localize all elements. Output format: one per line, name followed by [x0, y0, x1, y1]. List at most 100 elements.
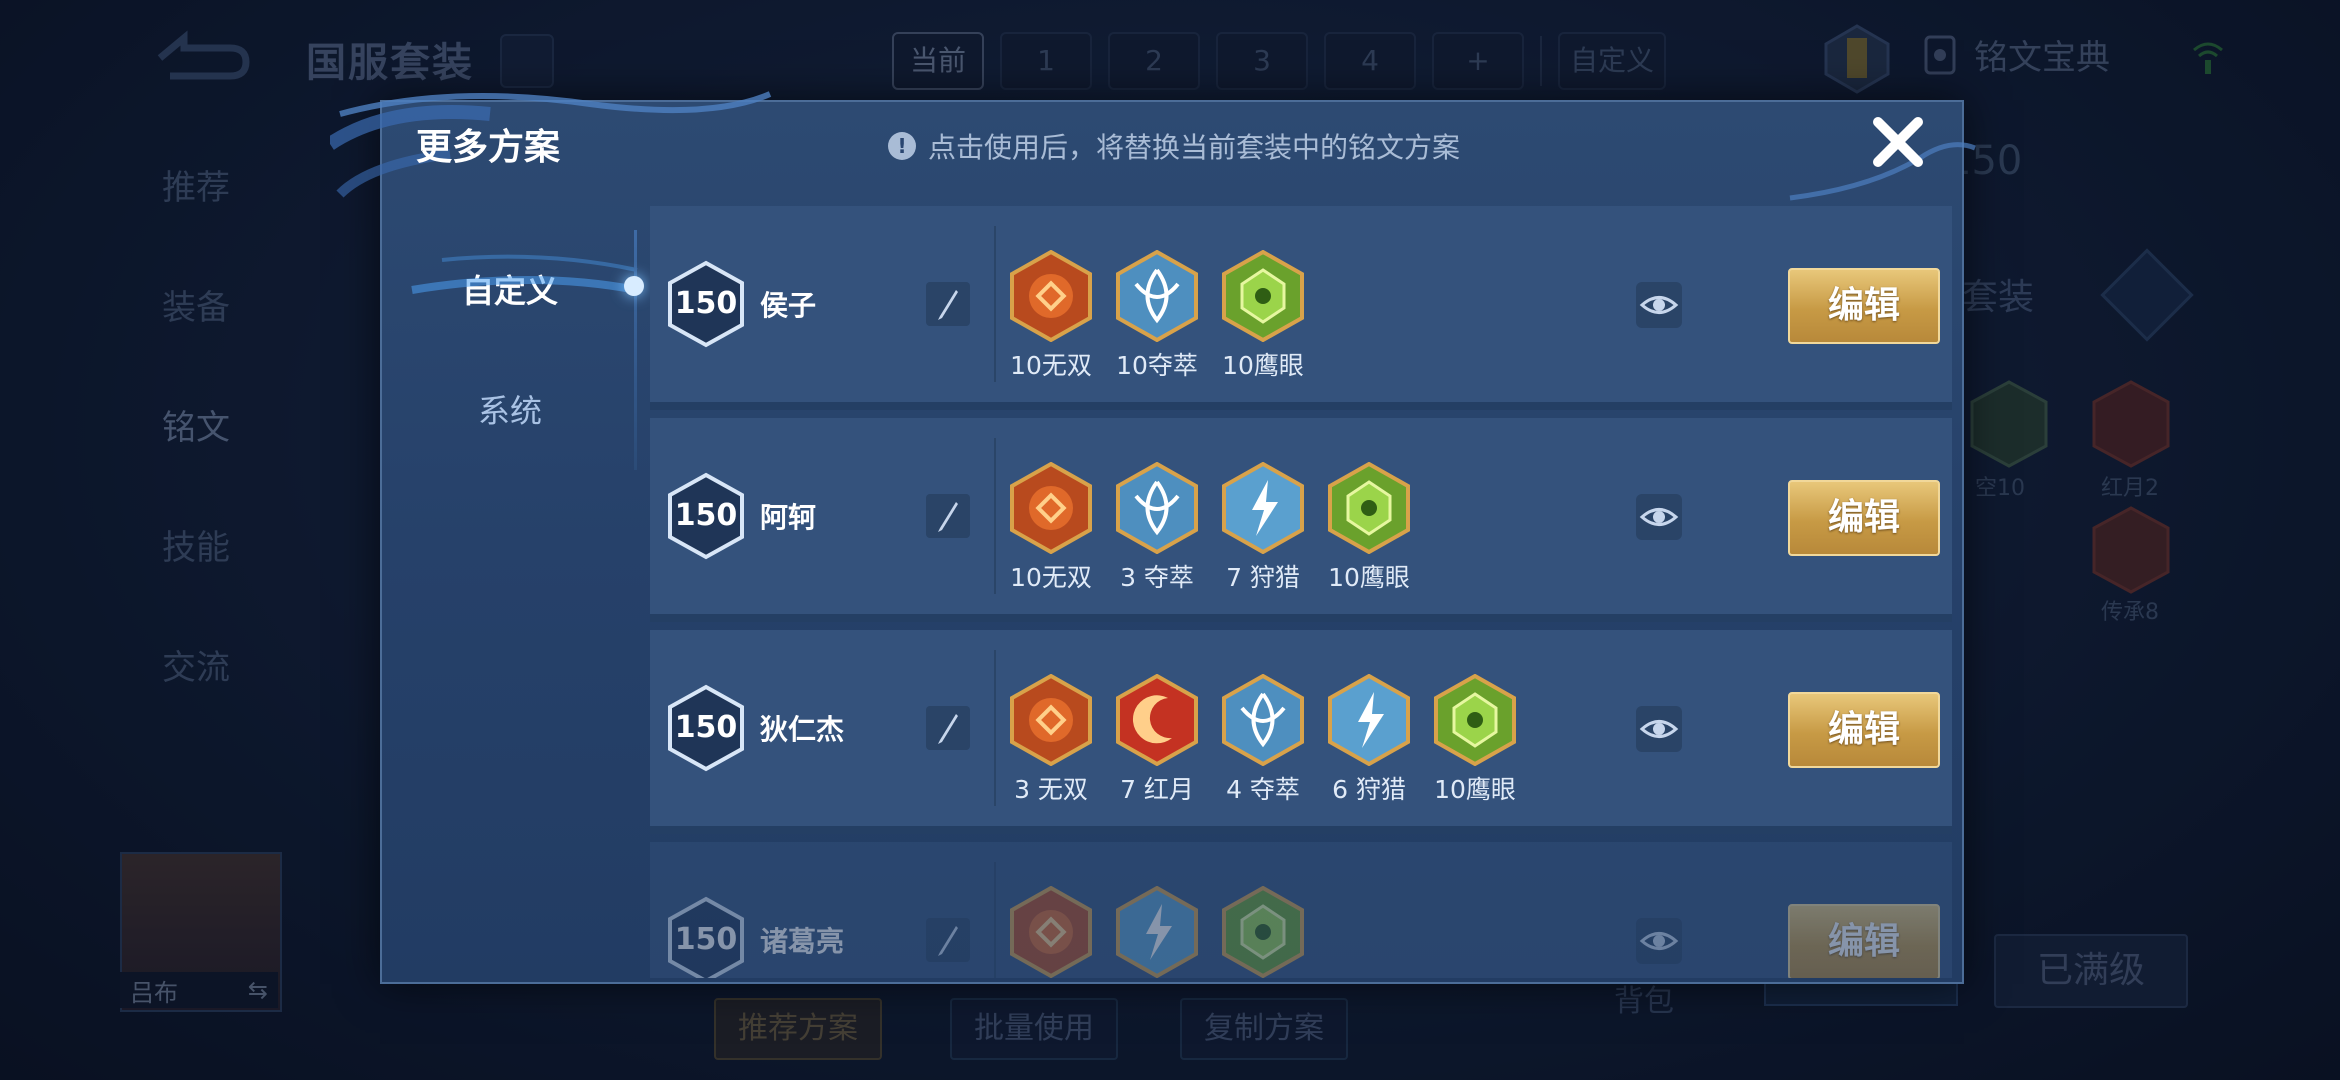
- max-level-button: 已满级: [1994, 934, 2188, 1008]
- category-panel: 自定义 系统: [382, 208, 638, 980]
- rename-icon[interactable]: [926, 918, 970, 962]
- category-divider: [634, 230, 637, 470]
- rune-item[interactable]: 7 红月: [1116, 674, 1198, 806]
- rune-item[interactable]: 10无双: [1010, 250, 1092, 382]
- plan-row: 150 阿轲 10无双 3 夺萃 7 狩猎 10鹰眼 编辑: [650, 418, 1952, 622]
- tab-current[interactable]: 当前: [892, 32, 984, 90]
- preview-eye-icon[interactable]: [1636, 706, 1682, 752]
- plan-row: 150 狄仁杰 3 无双 7 红月 4 夺萃 6 狩猎 10鹰眼 编辑: [650, 630, 1952, 834]
- category-system[interactable]: 系统: [382, 386, 638, 432]
- rune-bolt-icon: [1222, 462, 1304, 554]
- rune-item[interactable]: 6 狩猎: [1328, 674, 1410, 806]
- player-avatar-icon[interactable]: [1822, 24, 1892, 94]
- edit-button[interactable]: 编辑: [1788, 904, 1940, 978]
- hero-name: 吕布: [130, 978, 178, 1007]
- rename-icon[interactable]: [926, 706, 970, 750]
- preview-eye-icon[interactable]: [1636, 918, 1682, 964]
- back-icon[interactable]: [150, 28, 250, 84]
- rune-green-icon: [1222, 886, 1304, 978]
- edit-button[interactable]: 编辑: [1788, 268, 1940, 344]
- rune-item[interactable]: 10夺萃: [1116, 250, 1198, 382]
- rune-item[interactable]: 3 无双: [1010, 674, 1092, 806]
- rune-item[interactable]: 10鹰眼: [1434, 674, 1516, 806]
- rune-label: 10无双: [1010, 351, 1092, 380]
- rune-icon: [1970, 380, 2048, 468]
- rune-label: 空10: [1975, 476, 2025, 501]
- rune-label: 7 红月: [1120, 775, 1194, 804]
- sidebar-item-equipment[interactable]: 装备: [162, 280, 230, 329]
- rune-item[interactable]: [1116, 886, 1198, 978]
- rune-blue-icon: [1116, 462, 1198, 554]
- preview-eye-icon[interactable]: [1636, 282, 1682, 328]
- rune-label: 10夺萃: [1116, 351, 1198, 380]
- close-icon[interactable]: [1866, 110, 1930, 174]
- preview-eye-icon[interactable]: [1636, 494, 1682, 540]
- rune-bolt-icon: [1116, 886, 1198, 978]
- rune-orange-icon: [1010, 886, 1092, 978]
- tab-4[interactable]: 4: [1324, 32, 1416, 90]
- tab-3[interactable]: 3: [1216, 32, 1308, 90]
- sidebar-item-community[interactable]: 交流: [162, 640, 230, 689]
- plan-level: 150: [674, 710, 738, 745]
- copy-plan-button[interactable]: 复制方案: [1180, 998, 1348, 1060]
- plan-row: 150 诸葛亮 编辑: [650, 842, 1952, 978]
- rune-label: 传承8: [2101, 600, 2159, 625]
- edit-button[interactable]: 编辑: [1788, 692, 1940, 768]
- rune-item[interactable]: [1010, 886, 1092, 978]
- hero-name-bar[interactable]: 吕布 ⇆: [120, 972, 278, 1008]
- wifi-icon: [2193, 42, 2223, 74]
- plan-level: 150: [674, 498, 738, 533]
- tab-1[interactable]: 1: [1000, 32, 1092, 90]
- selection-indicator: [624, 276, 644, 296]
- rune-item[interactable]: 10鹰眼: [1328, 462, 1410, 594]
- rune-item[interactable]: 10鹰眼: [1222, 250, 1304, 382]
- sidebar-item-runes[interactable]: 铭文: [162, 400, 230, 449]
- rune-item[interactable]: 4 夺萃: [1222, 674, 1304, 806]
- grid-icon[interactable]: [500, 34, 554, 88]
- page-title: 国服套装: [306, 40, 474, 86]
- rune-green-icon: [1328, 462, 1410, 554]
- rune-item[interactable]: 7 狩猎: [1222, 462, 1304, 594]
- rune-blue-icon: [1116, 250, 1198, 342]
- codex-button[interactable]: 铭文宝典: [1920, 30, 2110, 79]
- rune-label: 4 夺萃: [1226, 775, 1300, 804]
- rune-label: 6 狩猎: [1332, 775, 1406, 804]
- rune-item[interactable]: [1222, 886, 1304, 978]
- rune-label: 10鹰眼: [1222, 351, 1304, 380]
- plan-name: 侯子: [760, 289, 817, 322]
- rune-item[interactable]: 10无双: [1010, 462, 1092, 594]
- rune-label: 7 狩猎: [1226, 563, 1300, 592]
- codex-icon: [1924, 35, 1956, 74]
- rune-green-icon: [1222, 250, 1304, 342]
- rune-label: 红月2: [2101, 476, 2159, 501]
- sidebar-item-recommend[interactable]: 推荐: [162, 160, 230, 209]
- tab-2[interactable]: 2: [1108, 32, 1200, 90]
- menu-icon[interactable]: [2100, 248, 2194, 342]
- rune-orange-icon: [1010, 462, 1092, 554]
- rune-orange-icon: [1010, 674, 1092, 766]
- rune-label: 10鹰眼: [1434, 775, 1516, 804]
- codex-label: 铭文宝典: [1974, 38, 2110, 78]
- recommend-plan-button[interactable]: 推荐方案: [714, 998, 882, 1060]
- rune-group: 10无双 10夺萃 10鹰眼: [1010, 250, 1304, 382]
- edit-button[interactable]: 编辑: [1788, 480, 1940, 556]
- notice-text: 点击使用后，将替换当前套装中的铭文方案: [928, 131, 1461, 164]
- swap-icon: ⇆: [247, 976, 268, 1004]
- plan-level: 150: [674, 922, 738, 957]
- set-label: 套装: [1962, 277, 2035, 318]
- rename-icon[interactable]: [926, 494, 970, 538]
- dialog-title: 更多方案: [416, 127, 561, 168]
- tab-custom[interactable]: 自定义: [1558, 32, 1667, 90]
- row-divider: [994, 650, 996, 806]
- tab-add[interactable]: +: [1432, 32, 1524, 90]
- row-divider: [994, 438, 996, 594]
- rune-label: 3 夺萃: [1120, 563, 1194, 592]
- rune-item[interactable]: 3 夺萃: [1116, 462, 1198, 594]
- rename-icon[interactable]: [926, 282, 970, 326]
- set-tabs: 当前 1 2 3 4 + 自定义: [892, 32, 1667, 90]
- batch-use-button[interactable]: 批量使用: [950, 998, 1118, 1060]
- rune-red-icon: [1116, 674, 1198, 766]
- plan-name: 狄仁杰: [760, 713, 845, 746]
- info-icon: !: [888, 132, 916, 160]
- sidebar-item-skills[interactable]: 技能: [162, 520, 230, 569]
